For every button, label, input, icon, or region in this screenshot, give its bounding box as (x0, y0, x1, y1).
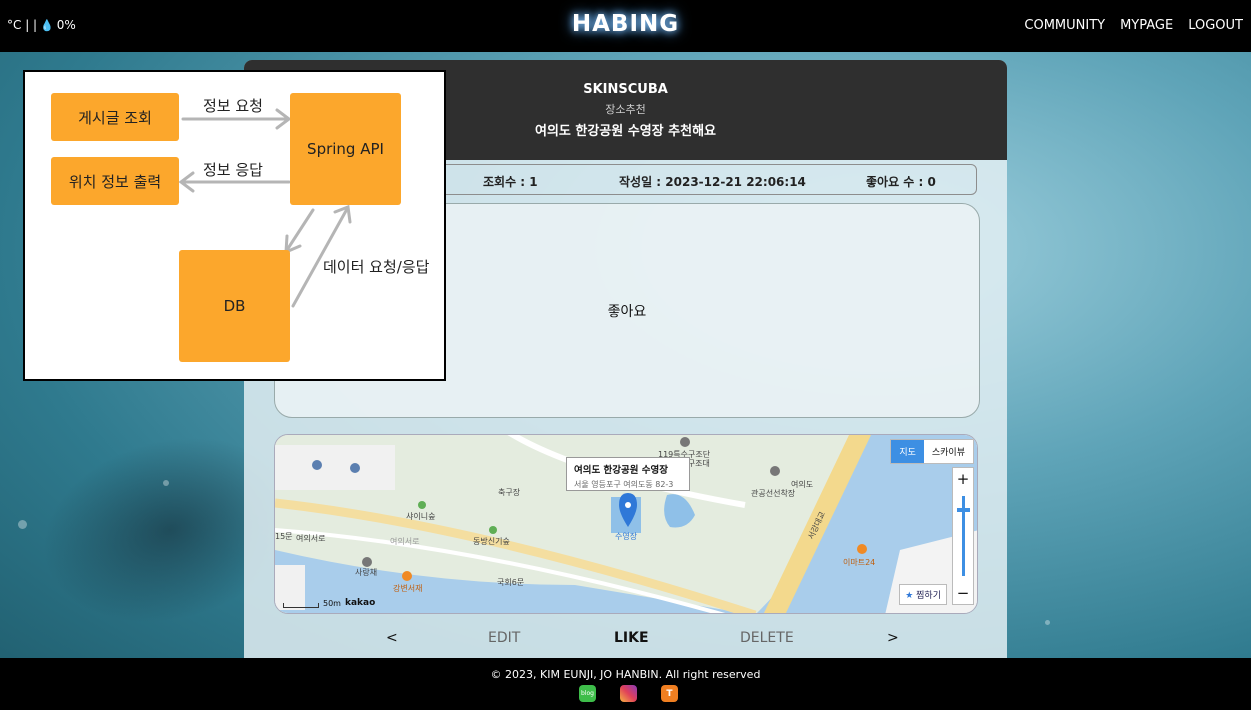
edge-label-response: 정보 응답 (203, 161, 263, 179)
edge-label-db: 데이터 요청/응답 (323, 258, 430, 276)
map-label: 여의서로 (390, 537, 420, 546)
map-type-roadmap[interactable]: 지도 (891, 440, 924, 463)
next-post-button[interactable]: > (887, 630, 899, 646)
map-label: 국회6문 (497, 578, 525, 587)
map-label: 동방신기숲 (473, 537, 510, 546)
delete-button[interactable]: DELETE (740, 630, 794, 646)
post-date: 작성일 : 2023-12-21 22:06:14 (619, 175, 806, 189)
map-label: 수영장 (615, 532, 638, 541)
top-nav: COMMUNITY MYPAGE LOGOUT (1024, 18, 1243, 33)
place-address: 서울 영등포구 여의도동 82-3 (574, 480, 674, 489)
map-favorite-button[interactable]: ★ 찜하기 (899, 584, 947, 605)
like-button[interactable]: LIKE (614, 630, 649, 646)
map-info-window[interactable]: 여의도 한강공원 수영장 서울 영등포구 여의도동 82-3 (566, 457, 690, 491)
map-label: 강변서재 (393, 584, 423, 593)
edit-button[interactable]: EDIT (488, 630, 520, 646)
map-label: 샤이니숲 (406, 512, 436, 521)
top-navbar: °C | | 💧 0% HABING COMMUNITY MYPAGE LOGO… (0, 0, 1251, 52)
zoom-in-button[interactable]: + (953, 470, 973, 488)
node-spring-api: Spring API (290, 93, 401, 205)
map-type-toggle: 지도 스카이뷰 (890, 439, 974, 464)
map-label: 15문 (275, 532, 293, 541)
blog-icon[interactable]: blog (579, 685, 596, 702)
zoom-slider-handle[interactable] (957, 508, 970, 512)
edge-label-request: 정보 요청 (203, 97, 263, 115)
nav-community[interactable]: COMMUNITY (1024, 18, 1105, 33)
star-icon: ★ (905, 591, 914, 601)
place-name: 여의도 한강공원 수영장 (574, 465, 669, 476)
scale-bar (283, 603, 319, 608)
map-label: 관공선선착장 (751, 489, 796, 498)
kakao-logo: kakao (344, 598, 376, 608)
background-bubble (1045, 620, 1050, 625)
zoom-control: + − (952, 467, 974, 605)
post-actions: < EDIT LIKE DELETE > (244, 630, 1007, 650)
map-label: 축구장 (498, 488, 521, 497)
map-label: 사랑채 (355, 568, 378, 577)
architecture-diagram: 게시글 조회 위치 정보 출력 Spring API DB 정보 요청 정보 응… (23, 70, 446, 381)
footer: © 2023, KIM EUNJI, JO HANBIN. All right … (0, 658, 1251, 710)
node-location-output: 위치 정보 출력 (51, 157, 179, 205)
background-bubble (18, 520, 27, 529)
map-label: 이마트24 (843, 558, 876, 567)
node-post-view: 게시글 조회 (51, 93, 179, 141)
nav-logout[interactable]: LOGOUT (1188, 18, 1243, 33)
tistory-icon[interactable]: T (661, 685, 678, 702)
nav-mypage[interactable]: MYPAGE (1120, 18, 1173, 33)
scale-text: 50m (323, 599, 341, 608)
favorite-label: 찜하기 (916, 591, 941, 601)
map-type-skyview[interactable]: 스카이뷰 (924, 440, 973, 463)
map-scale: 50m kakao (283, 598, 375, 608)
map-label: 여의서로 (296, 534, 326, 543)
prev-post-button[interactable]: < (386, 630, 398, 646)
instagram-icon[interactable] (620, 685, 637, 702)
node-db: DB (179, 250, 290, 362)
like-count: 좋아요 수 : 0 (866, 175, 936, 189)
kakao-map[interactable]: 119특수구조단 수난구조대 여의도 관공선선착장 축구장 샤이니숲 동방신기숲… (274, 434, 978, 614)
social-icons: blog T (579, 685, 678, 702)
zoom-out-button[interactable]: − (953, 584, 973, 602)
view-count: 조회수 : 1 (483, 175, 538, 189)
copyright-text: © 2023, KIM EUNJI, JO HANBIN. All right … (490, 668, 761, 681)
background-bubble (163, 480, 169, 486)
